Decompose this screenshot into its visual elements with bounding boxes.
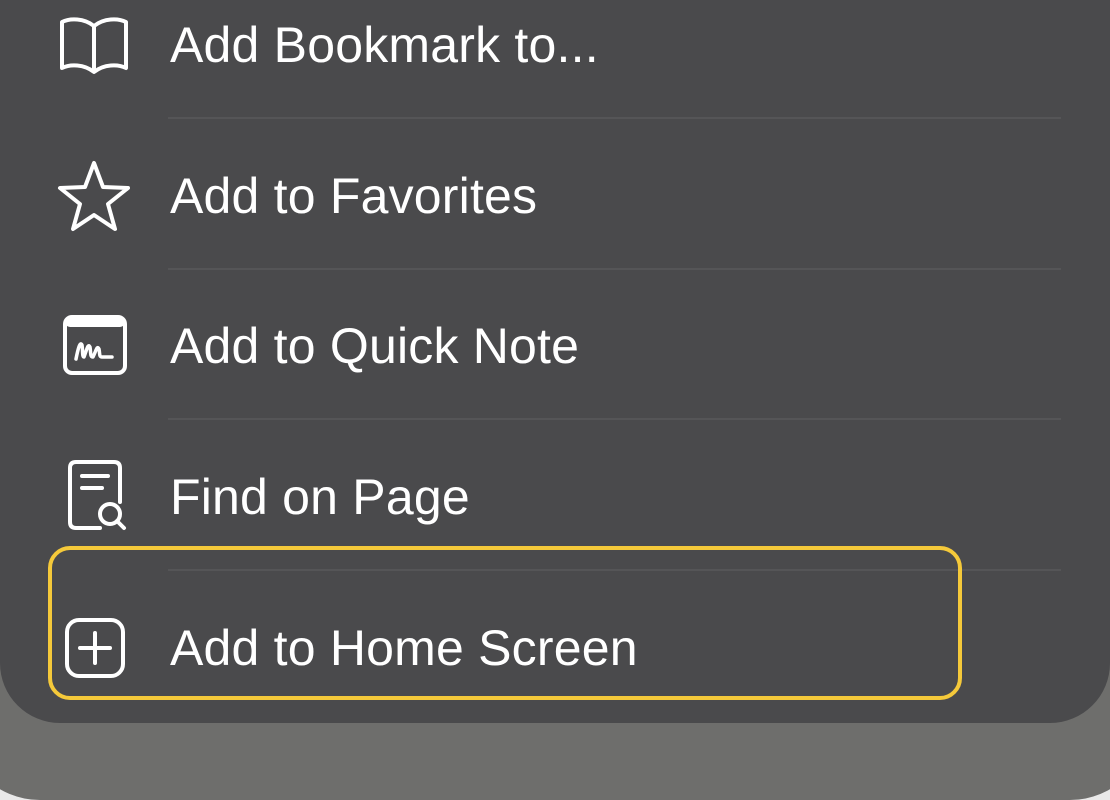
star-icon <box>56 161 132 231</box>
divider <box>168 268 1061 270</box>
plus-square-icon <box>56 613 132 683</box>
menu-item-label: Add to Home Screen <box>170 620 638 676</box>
divider <box>168 569 1061 571</box>
menu-item-label: Add to Quick Note <box>170 318 580 374</box>
menu-item-label: Add to Favorites <box>170 168 538 224</box>
menu-item-add-to-home-screen[interactable]: Add to Home Screen <box>0 573 1110 723</box>
menu-item-add-bookmark[interactable]: Add Bookmark to... <box>0 0 1110 120</box>
divider <box>168 117 1061 119</box>
menu-item-add-favorites[interactable]: Add to Favorites <box>0 121 1110 271</box>
quick-note-icon <box>56 311 132 381</box>
share-action-menu: Add Bookmark to... Add to Favorites Add … <box>0 0 1110 723</box>
menu-item-label: Find on Page <box>170 469 470 525</box>
menu-item-find-on-page[interactable]: Find on Page <box>0 422 1110 572</box>
divider <box>168 418 1061 420</box>
menu-item-quick-note[interactable]: Add to Quick Note <box>0 271 1110 421</box>
find-document-icon <box>56 460 132 532</box>
menu-item-label: Add Bookmark to... <box>170 17 599 73</box>
book-icon <box>56 10 132 80</box>
